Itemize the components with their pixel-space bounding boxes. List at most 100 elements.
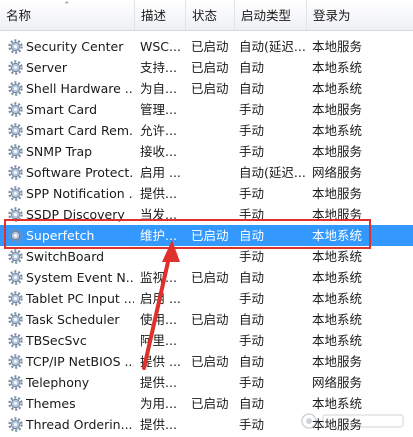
column-header-start-type-label: 启动类型 bbox=[241, 8, 292, 23]
service-logon-as: 本地系统 bbox=[312, 228, 363, 243]
service-description: 维护... bbox=[140, 228, 177, 243]
service-row[interactable]: Smart Card Rem... 允许... 手动 本地系统 bbox=[0, 120, 413, 141]
gear-icon bbox=[8, 186, 23, 201]
service-row[interactable]: TCP/IP NetBIOS ... 提供 ... 已启动 自动 本地服务 bbox=[0, 351, 413, 372]
service-name: Security Center bbox=[26, 39, 124, 54]
service-description: 阿里... bbox=[140, 333, 177, 348]
gear-icon bbox=[8, 396, 23, 411]
service-startup-type: 自动 bbox=[239, 270, 265, 285]
service-logon-as: 本地服务 bbox=[312, 102, 363, 117]
service-logon-as: 本地服务 bbox=[312, 39, 363, 54]
service-row[interactable]: System Event N... 监视... 已启动 自动 本地系统 bbox=[0, 267, 413, 288]
service-startup-type: 手动 bbox=[239, 207, 265, 222]
service-row[interactable]: Server 支持... 已启动 自动 本地系统 bbox=[0, 57, 413, 78]
service-name: Tablet PC Input ... bbox=[26, 291, 134, 306]
service-status bbox=[191, 162, 235, 183]
column-header-start-type[interactable]: 启动类型 bbox=[235, 0, 307, 30]
service-description: 启用 ... bbox=[140, 291, 181, 306]
service-logon-as: 本地系统 bbox=[312, 123, 363, 138]
service-row[interactable]: SPP Notification ... 提供... 手动 本地服务 bbox=[0, 183, 413, 204]
service-startup-type: 自动(延迟... bbox=[239, 165, 305, 180]
gear-icon bbox=[8, 333, 23, 348]
service-row[interactable]: Telephony 提供... 手动 网络服务 bbox=[0, 372, 413, 393]
service-status: 已启动 bbox=[191, 81, 229, 96]
service-startup-type: 自动 bbox=[239, 312, 265, 327]
service-status: 已启动 bbox=[191, 270, 229, 285]
service-status bbox=[191, 414, 235, 435]
gear-icon bbox=[8, 60, 23, 75]
gear-icon bbox=[8, 123, 23, 138]
gear-icon bbox=[8, 270, 23, 285]
service-description: 监视... bbox=[140, 270, 177, 285]
service-startup-type: 自动 bbox=[239, 396, 265, 411]
service-status: 已启动 bbox=[191, 39, 229, 54]
service-startup-type: 自动 bbox=[239, 228, 265, 243]
service-description: 启用 ... bbox=[140, 165, 181, 180]
service-startup-type: 手动 bbox=[239, 123, 265, 138]
service-row[interactable]: Software Protect... 启用 ... 自动(延迟... 网络服务 bbox=[0, 162, 413, 183]
column-header-row: 名称 ˆ 描述 状态 启动类型 登录为 bbox=[0, 0, 413, 31]
service-row[interactable]: Thread Orderin... 提供... 手动 本地服务 bbox=[0, 414, 413, 435]
column-header-desc[interactable]: 描述 bbox=[135, 0, 186, 30]
service-status bbox=[191, 183, 235, 204]
service-startup-type: 手动 bbox=[239, 102, 265, 117]
service-logon-as: 本地服务 bbox=[312, 207, 363, 222]
service-row[interactable]: Smart Card 管理... 手动 本地服务 bbox=[0, 99, 413, 120]
service-row[interactable]: Security Center WSC... 已启动 自动(延迟... 本地服务 bbox=[0, 36, 413, 57]
service-logon-as: 本地服务 bbox=[312, 186, 363, 201]
service-row[interactable]: Shell Hardware ... 为自... 已启动 自动 本地系统 bbox=[0, 78, 413, 99]
service-description: 提供... bbox=[140, 186, 177, 201]
column-header-logon[interactable]: 登录为 bbox=[307, 0, 413, 30]
services-list-window: 名称 ˆ 描述 状态 启动类型 登录为 Security Center WSC.… bbox=[0, 0, 413, 437]
service-name: TCP/IP NetBIOS ... bbox=[26, 354, 134, 369]
service-status bbox=[191, 120, 235, 141]
service-logon-as: 本地系统 bbox=[312, 312, 363, 327]
service-name: TBSecSvc bbox=[26, 333, 87, 348]
service-row[interactable]: SwitchBoard 手动 本地系统 bbox=[0, 246, 413, 267]
service-description: 允许... bbox=[140, 123, 177, 138]
service-row[interactable]: TBSecSvc 阿里... 手动 本地系统 bbox=[0, 330, 413, 351]
gear-icon bbox=[8, 312, 23, 327]
service-name: Smart Card Rem... bbox=[26, 123, 134, 138]
service-description: WSC... bbox=[140, 39, 181, 54]
service-name: SPP Notification ... bbox=[26, 186, 134, 201]
service-logon-as: 网络服务 bbox=[312, 165, 363, 180]
column-header-name[interactable]: 名称 ˆ bbox=[0, 0, 135, 30]
gear-icon bbox=[8, 228, 23, 243]
service-row[interactable]: Themes 为用... 已启动 自动 本地系统 bbox=[0, 393, 413, 414]
service-status bbox=[191, 372, 235, 393]
service-row-selected[interactable]: Superfetch 维护... 已启动 自动 本地系统 bbox=[0, 225, 413, 246]
service-row[interactable]: Tablet PC Input ... 启用 ... 手动 本地系统 bbox=[0, 288, 413, 309]
service-description: 当发... bbox=[140, 207, 177, 222]
service-name: SNMP Trap bbox=[26, 144, 93, 159]
service-logon-as: 本地系统 bbox=[312, 333, 363, 348]
service-logon-as: 本地服务 bbox=[312, 144, 363, 159]
service-row[interactable]: Task Scheduler 使用... 已启动 自动 本地系统 bbox=[0, 309, 413, 330]
service-status bbox=[191, 204, 235, 225]
service-logon-as: 本地系统 bbox=[312, 249, 363, 264]
service-name: Themes bbox=[26, 396, 76, 411]
service-startup-type: 手动 bbox=[239, 144, 265, 159]
column-header-status[interactable]: 状态 bbox=[186, 0, 235, 30]
service-rows: Security Center WSC... 已启动 自动(延迟... 本地服务… bbox=[0, 36, 413, 435]
column-header-desc-label: 描述 bbox=[141, 8, 167, 23]
column-header-logon-label: 登录为 bbox=[313, 8, 351, 23]
service-description: 为自... bbox=[140, 81, 177, 96]
service-row[interactable]: SNMP Trap 接收... 手动 本地服务 bbox=[0, 141, 413, 162]
service-description: 提供... bbox=[140, 417, 177, 432]
service-status bbox=[191, 246, 235, 267]
gear-icon bbox=[8, 249, 23, 264]
service-status: 已启动 bbox=[191, 312, 229, 327]
service-logon-as: 网络服务 bbox=[312, 375, 363, 390]
service-status bbox=[191, 330, 235, 351]
service-name: Software Protect... bbox=[26, 165, 134, 180]
service-description: 为用... bbox=[140, 396, 177, 411]
service-startup-type: 自动 bbox=[239, 81, 265, 96]
service-startup-type: 手动 bbox=[239, 186, 265, 201]
service-startup-type: 手动 bbox=[239, 249, 265, 264]
service-logon-as: 本地系统 bbox=[312, 270, 363, 285]
service-description: 提供... bbox=[140, 375, 177, 390]
gear-icon bbox=[8, 102, 23, 117]
service-row[interactable]: SSDP Discovery 当发... 手动 本地服务 bbox=[0, 204, 413, 225]
service-startup-type: 自动 bbox=[239, 60, 265, 75]
